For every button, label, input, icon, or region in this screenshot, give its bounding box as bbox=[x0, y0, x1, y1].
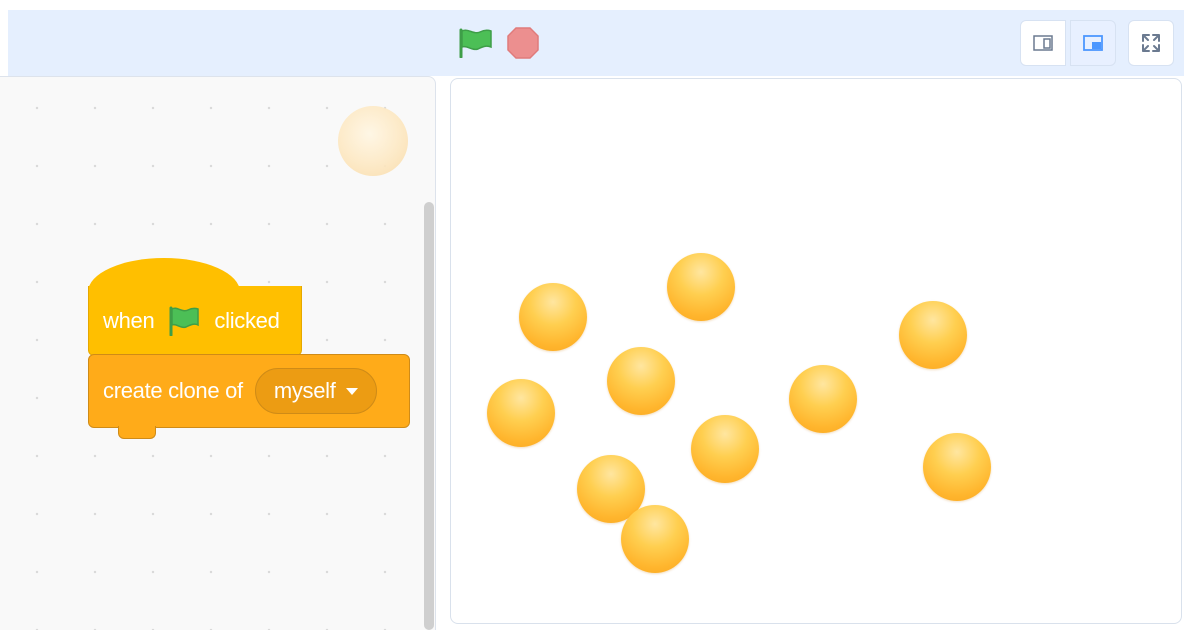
green-flag-icon bbox=[459, 28, 492, 59]
sprite-clone[interactable] bbox=[607, 347, 675, 415]
hat-block-when-label: when bbox=[103, 307, 155, 333]
current-sprite-thumbnail bbox=[338, 106, 408, 176]
clone-target-dropdown[interactable]: myself bbox=[254, 368, 377, 414]
stage-canvas[interactable] bbox=[450, 78, 1182, 624]
stop-button[interactable] bbox=[506, 26, 540, 60]
green-flag-button[interactable] bbox=[458, 28, 494, 59]
clone-target-value: myself bbox=[273, 378, 336, 403]
sprite-clone[interactable] bbox=[789, 365, 857, 433]
sprite-clone[interactable] bbox=[487, 379, 555, 447]
hat-block-clicked-label: clicked bbox=[214, 307, 280, 333]
sprite-clone[interactable] bbox=[519, 283, 587, 351]
script-area-scrollbar[interactable] bbox=[424, 202, 434, 630]
normal-stage-icon bbox=[1083, 35, 1103, 51]
when-flag-clicked-block[interactable]: when clicked bbox=[88, 286, 302, 356]
sprite-clone[interactable] bbox=[923, 433, 991, 501]
fullscreen-icon bbox=[1142, 34, 1160, 52]
create-clone-block[interactable]: create clone of myself bbox=[88, 354, 410, 428]
sprite-clone[interactable] bbox=[667, 253, 735, 321]
stage-header-bar bbox=[8, 10, 1184, 76]
small-stage-button[interactable] bbox=[1020, 20, 1066, 66]
chevron-down-icon bbox=[345, 387, 358, 395]
green-flag-icon bbox=[168, 306, 200, 336]
normal-stage-button[interactable] bbox=[1070, 20, 1116, 66]
stop-sign-icon bbox=[507, 27, 539, 59]
sprite-clone[interactable] bbox=[899, 301, 967, 369]
fullscreen-button[interactable] bbox=[1128, 20, 1174, 66]
sprite-clone[interactable] bbox=[621, 505, 689, 573]
create-clone-label: create clone of bbox=[103, 378, 243, 403]
clone-block-notch bbox=[118, 426, 156, 439]
sprite-clone[interactable] bbox=[691, 415, 759, 483]
small-stage-icon bbox=[1033, 35, 1053, 51]
